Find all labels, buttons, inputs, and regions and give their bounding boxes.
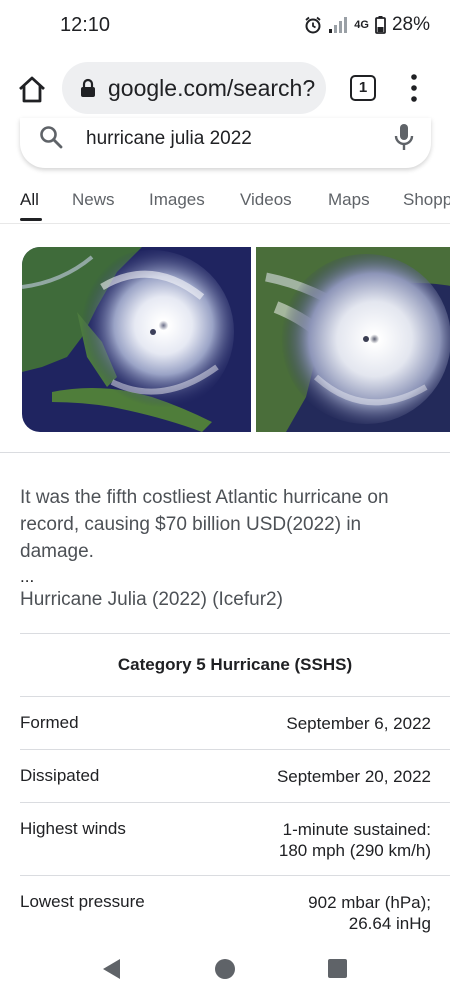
browser-toolbar: google.com/search? 1 [0, 52, 450, 126]
signal-icon [329, 17, 348, 33]
infobox-label: Formed [20, 713, 79, 732]
infobox-label: Highest winds [20, 819, 126, 838]
hurricane-satellite-image-1[interactable] [22, 247, 251, 432]
infobox-row-highest-winds: Highest winds 1-minute sustained: 180 mp… [20, 803, 450, 876]
search-icon[interactable] [38, 124, 64, 150]
search-box[interactable]: hurricane julia 2022 [20, 118, 431, 168]
infobox-row-dissipated: Dissipated September 20, 2022 [20, 750, 450, 803]
search-input[interactable]: hurricane julia 2022 [86, 128, 252, 150]
infobox-label: Dissipated [20, 766, 100, 785]
lock-icon [81, 78, 95, 97]
infobox-header: Category 5 Hurricane (SSHS) [20, 634, 450, 697]
infobox-value-line: September 6, 2022 [286, 714, 431, 733]
infobox-value: 1-minute sustained: 180 mph (290 km/h) [279, 819, 431, 861]
battery-percent: 28% [391, 14, 430, 35]
infobox-value: September 6, 2022 [286, 713, 431, 734]
featured-snippet: It was the fifth costliest Atlantic hurr… [20, 484, 435, 613]
status-bar: 12:10 4G 28% [0, 0, 450, 52]
search-tabs: All News Images Videos Maps Shopping [0, 178, 450, 224]
infobox-row-formed: Formed September 6, 2022 [20, 697, 450, 750]
battery-icon [375, 16, 386, 34]
hurricane-satellite-image-2[interactable] [256, 247, 450, 432]
address-bar[interactable]: google.com/search? [62, 62, 326, 114]
recents-icon[interactable] [328, 959, 347, 978]
url-text: google.com/search? [108, 74, 316, 101]
hurricane-infobox: Category 5 Hurricane (SSHS) Formed Septe… [20, 633, 450, 942]
status-time: 12:10 [60, 14, 111, 36]
snippet-ellipsis: ... [20, 567, 35, 586]
image-results [22, 247, 450, 432]
snippet-source-link[interactable]: Hurricane Julia (2022) (Icefur2) [20, 587, 435, 613]
section-divider [0, 452, 450, 453]
infobox-row-lowest-pressure: Lowest pressure 902 mbar (hPa); 26.64 in… [20, 876, 450, 942]
tab-news[interactable]: News [72, 190, 115, 210]
infobox-value-line: 1-minute sustained: [282, 820, 431, 839]
infobox-value: September 20, 2022 [277, 766, 431, 787]
active-tab-indicator [20, 218, 42, 221]
tab-shopping[interactable]: Shopping [403, 190, 450, 210]
back-icon[interactable] [100, 957, 122, 981]
tab-images[interactable]: Images [149, 190, 205, 210]
home-icon[interactable] [16, 74, 48, 106]
infobox-label: Lowest pressure [20, 892, 145, 911]
network-4g-icon: 4G [354, 18, 369, 31]
infobox-value-line: 26.64 inHg [348, 914, 431, 933]
tab-videos[interactable]: Videos [240, 190, 292, 210]
infobox-value-line: 180 mph (290 km/h) [278, 841, 431, 860]
mic-icon[interactable] [393, 123, 415, 153]
tab-maps[interactable]: Maps [328, 190, 370, 210]
snippet-text: It was the fifth costliest Atlantic hurr… [20, 487, 389, 562]
more-vert-icon[interactable] [404, 72, 424, 104]
infobox-value: 902 mbar (hPa); 26.64 inHg [308, 892, 431, 934]
home-nav-icon[interactable] [215, 959, 235, 979]
alarm-icon [305, 16, 321, 34]
tabs-icon[interactable]: 1 [350, 75, 376, 101]
infobox-value-line: September 20, 2022 [276, 767, 431, 786]
tab-all[interactable]: All [20, 190, 39, 210]
system-nav-bar [0, 940, 450, 1000]
status-icons: 4G 28% [304, 14, 430, 36]
infobox-value-line: 902 mbar (hPa); [308, 893, 431, 912]
